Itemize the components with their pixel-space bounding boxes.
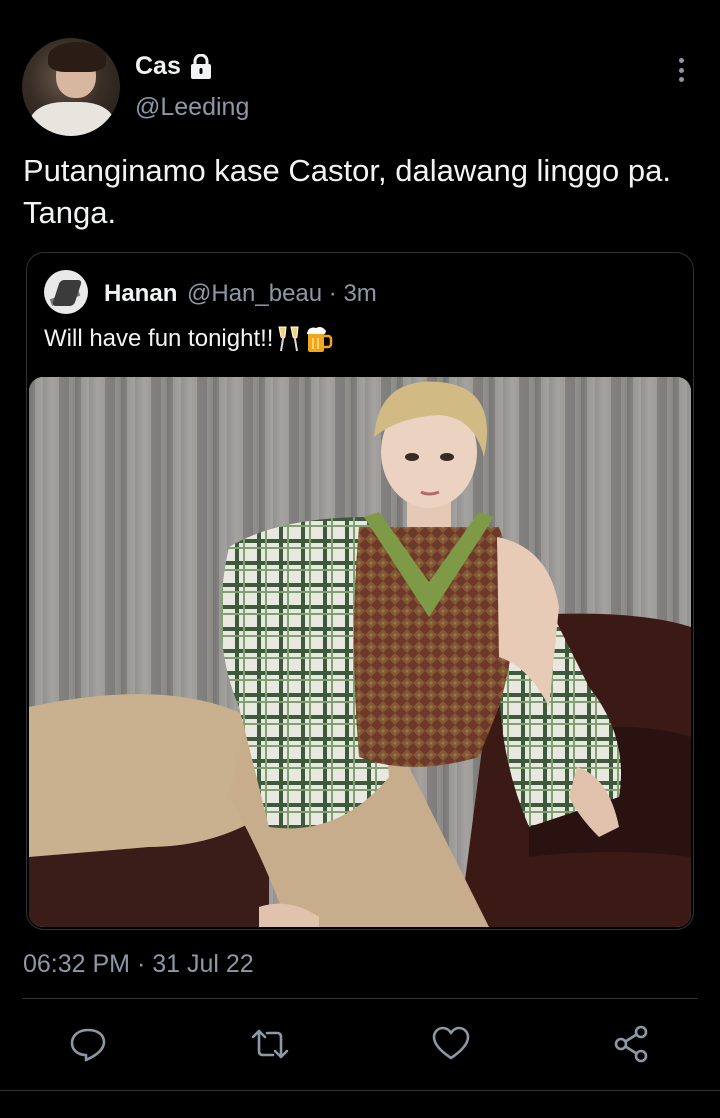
retweet-icon [251,1029,289,1059]
quoted-tweet-text: Will have fun tonight!! [44,325,274,352]
reply-button[interactable] [68,1024,108,1064]
quoted-author-name[interactable]: Hanan [104,280,177,308]
author-name-row[interactable]: Cas [135,52,213,81]
author-avatar[interactable] [22,38,120,136]
quoted-author-avatar[interactable] [44,270,88,314]
quoted-tweet-text-row: Will have fun tonight!! [44,324,333,354]
quoted-tweet-card[interactable]: Hanan @Han_beau · 3m Will have fun tonig… [26,252,694,930]
tweet-timestamp[interactable]: 06:32 PM · 31 Jul 22 [23,950,254,979]
clinking-glasses-icon [278,326,300,352]
tweet-detail: Cas @Leeding Putanginamo kase Castor, da… [0,0,720,1118]
author-name[interactable]: Cas [135,52,181,81]
share-icon [614,1025,648,1063]
quoted-author-handle-time[interactable]: @Han_beau · 3m [187,280,377,308]
share-button[interactable] [612,1024,652,1064]
like-button[interactable] [431,1024,471,1064]
retweet-button[interactable] [250,1024,290,1064]
more-options-icon[interactable] [668,54,694,86]
heart-icon [432,1026,470,1060]
beer-mug-icon [307,327,333,352]
photo-illustration [29,377,691,927]
tweet-text: Putanginamo kase Castor, dalawang linggo… [23,153,671,230]
quoted-tweet-photo[interactable] [29,377,691,927]
divider [0,1090,720,1091]
avatar-hair [48,42,106,72]
reply-icon [70,1028,106,1062]
avatar-shirt [30,102,114,136]
author-handle[interactable]: @Leeding [135,93,249,122]
lock-icon [190,53,211,79]
divider [22,998,698,999]
avatar-figure [51,280,83,306]
